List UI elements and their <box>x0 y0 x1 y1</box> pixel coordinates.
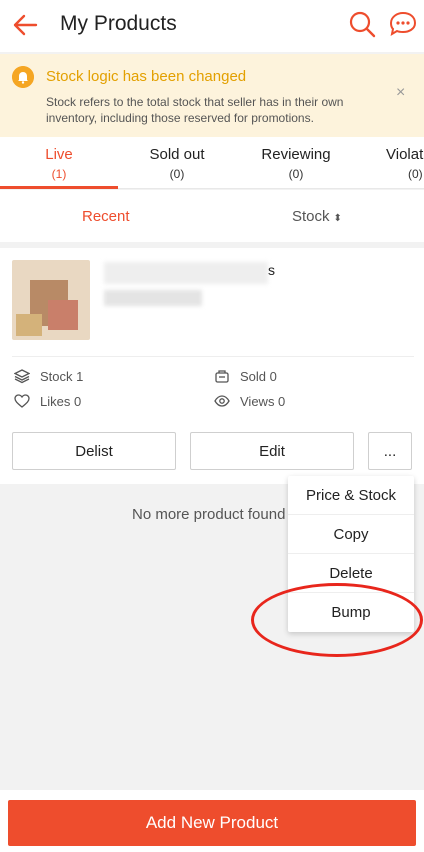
product-tabs: Live (1) Sold out (0) Reviewing (0) Viol… <box>0 137 424 189</box>
stat-likes: Likes 0 <box>14 393 81 409</box>
stat-stock: Stock 1 <box>14 368 83 384</box>
product-name-blurred <box>104 262 268 284</box>
sort-bar: Recent Stock ⬍ <box>0 190 424 242</box>
no-more-products-text: No more product found <box>132 506 286 523</box>
stat-views-text: Views 0 <box>240 393 286 409</box>
menu-item-delete[interactable]: Delete <box>288 554 414 593</box>
tab-live[interactable]: Live (1) <box>0 146 118 181</box>
product-price-blurred <box>104 290 202 306</box>
tab-count: (0) <box>169 167 185 181</box>
chat-icon[interactable] <box>388 10 418 38</box>
heart-icon <box>14 394 30 408</box>
tab-label: Violat <box>386 146 424 163</box>
product-card: s Stock 1 Sold 0 Likes 0 Views 0 Delist … <box>0 248 424 484</box>
bell-icon <box>12 66 34 88</box>
tab-count: (1) <box>51 167 67 181</box>
stat-stock-text: Stock 1 <box>40 368 84 384</box>
eye-icon <box>214 395 230 407</box>
edit-button[interactable]: Edit <box>190 432 354 470</box>
top-bar: My Products <box>0 0 424 52</box>
stat-sold-text: Sold 0 <box>240 368 277 384</box>
stat-sold: Sold 0 <box>214 368 277 384</box>
more-options-menu: Price & Stock Copy Delete Bump <box>288 476 414 632</box>
tab-reviewing[interactable]: Reviewing (0) <box>237 146 355 181</box>
tab-label: Live <box>45 146 73 163</box>
sort-stock[interactable]: Stock ⬍ <box>292 208 342 225</box>
tab-count: (0) <box>288 167 304 181</box>
tab-count: (0) <box>408 167 423 181</box>
menu-item-copy[interactable]: Copy <box>288 515 414 554</box>
add-new-product-button[interactable]: Add New Product <box>8 800 416 846</box>
notice-body: Stock refers to the total stock that sel… <box>46 95 344 125</box>
active-tab-indicator <box>0 186 118 189</box>
divider <box>12 356 414 357</box>
search-icon[interactable] <box>348 10 376 38</box>
tab-violation[interactable]: Violat (0) <box>356 146 424 181</box>
sort-stock-label: Stock <box>292 208 330 225</box>
close-icon[interactable]: × <box>396 84 405 102</box>
bottom-bar: Add New Product <box>0 790 424 852</box>
product-thumbnail[interactable] <box>12 260 90 340</box>
layers-icon <box>14 369 30 384</box>
sort-arrows-icon: ⬍ <box>333 213 342 224</box>
product-name-tail: s <box>268 262 275 278</box>
notice-title: Stock logic has been changed <box>46 68 247 85</box>
stock-logic-notice: Stock logic has been changed Stock refer… <box>0 54 424 137</box>
basket-icon <box>215 370 229 383</box>
menu-item-price-stock[interactable]: Price & Stock <box>288 476 414 515</box>
more-options-button[interactable]: ... <box>368 432 412 470</box>
stat-views: Views 0 <box>214 393 285 409</box>
sort-recent[interactable]: Recent <box>82 208 130 225</box>
delist-button[interactable]: Delist <box>12 432 176 470</box>
page-title: My Products <box>60 12 177 35</box>
menu-item-bump[interactable]: Bump <box>288 593 414 632</box>
tab-label: Reviewing <box>261 146 331 163</box>
stat-likes-text: Likes 0 <box>40 393 82 409</box>
back-arrow-icon[interactable] <box>10 10 40 40</box>
tab-label: Sold out <box>149 146 205 163</box>
tab-sold-out[interactable]: Sold out (0) <box>118 146 236 181</box>
